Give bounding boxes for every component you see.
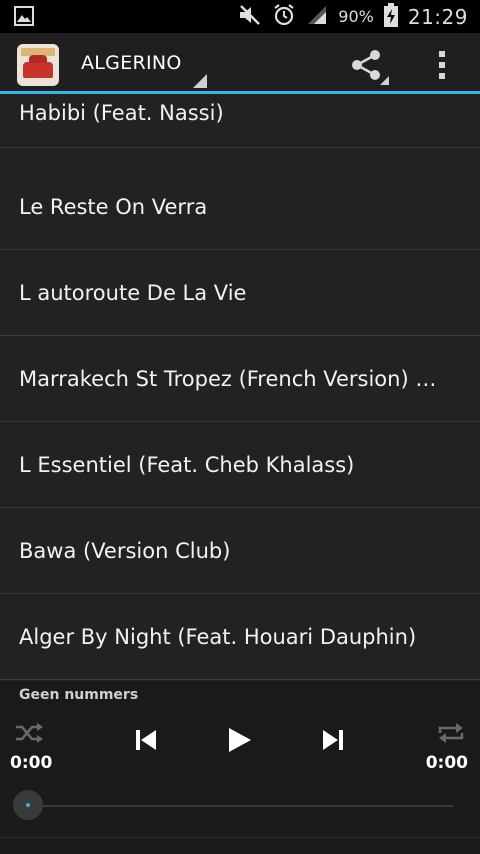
track-title: Habibi (Feat. Nassi): [19, 100, 224, 125]
clock: 21:29: [407, 4, 468, 29]
overflow-dot: [439, 51, 445, 57]
track-title: Le Reste On Verra: [19, 194, 208, 219]
skip-previous-icon: [136, 730, 156, 750]
shuffle-icon: [16, 723, 43, 743]
track-row[interactable]: L autoroute De La Vie: [0, 250, 480, 336]
track-title: Marrakech St Tropez (French Version) (Fe…: [19, 366, 444, 391]
previous-button[interactable]: [133, 727, 159, 757]
total-time: 0:00: [425, 753, 468, 773]
track-title: L autoroute De La Vie: [19, 280, 247, 305]
battery-charging-icon: [383, 2, 398, 31]
track-title: Bawa (Version Club): [19, 538, 231, 563]
divider: [0, 837, 480, 838]
shuffle-button[interactable]: [14, 721, 44, 749]
alarm-icon: [272, 3, 296, 31]
image-notification-icon: [14, 6, 34, 26]
status-bar: 90% 21:29: [0, 0, 480, 33]
repeat-button[interactable]: [436, 721, 466, 749]
play-button[interactable]: [224, 725, 254, 759]
next-button[interactable]: [320, 727, 346, 757]
track-row[interactable]: Le Reste On Verra: [0, 164, 480, 250]
mute-icon: [238, 4, 262, 30]
track-title: L Essentiel (Feat. Cheb Khalass): [19, 452, 355, 477]
seek-bar[interactable]: [27, 805, 453, 807]
skip-next-icon: [323, 730, 343, 750]
battery-percent: 90%: [338, 7, 374, 26]
track-title: Alger By Night (Feat. Houari Dauphin): [19, 624, 417, 649]
repeat-icon: [438, 723, 464, 743]
signal-icon: [306, 4, 328, 30]
track-row[interactable]: Marrakech St Tropez (French Version) (Fe…: [0, 336, 480, 422]
page-title[interactable]: ALGERINO: [81, 52, 182, 74]
track-row[interactable]: Habibi (Feat. Nassi): [0, 78, 480, 148]
elapsed-time: 0:00: [10, 753, 53, 773]
player-panel: Geen nummers 0:00 0:00: [0, 681, 480, 854]
track-row[interactable]: L Essentiel (Feat. Cheb Khalass): [0, 422, 480, 508]
now-playing-label: Geen nummers: [19, 687, 139, 703]
track-row[interactable]: Alger By Night (Feat. Houari Dauphin): [0, 594, 480, 680]
overflow-dot: [439, 62, 445, 68]
play-icon: [229, 728, 251, 752]
track-row[interactable]: Bawa (Version Club): [0, 508, 480, 594]
seek-thumb[interactable]: [13, 790, 43, 820]
